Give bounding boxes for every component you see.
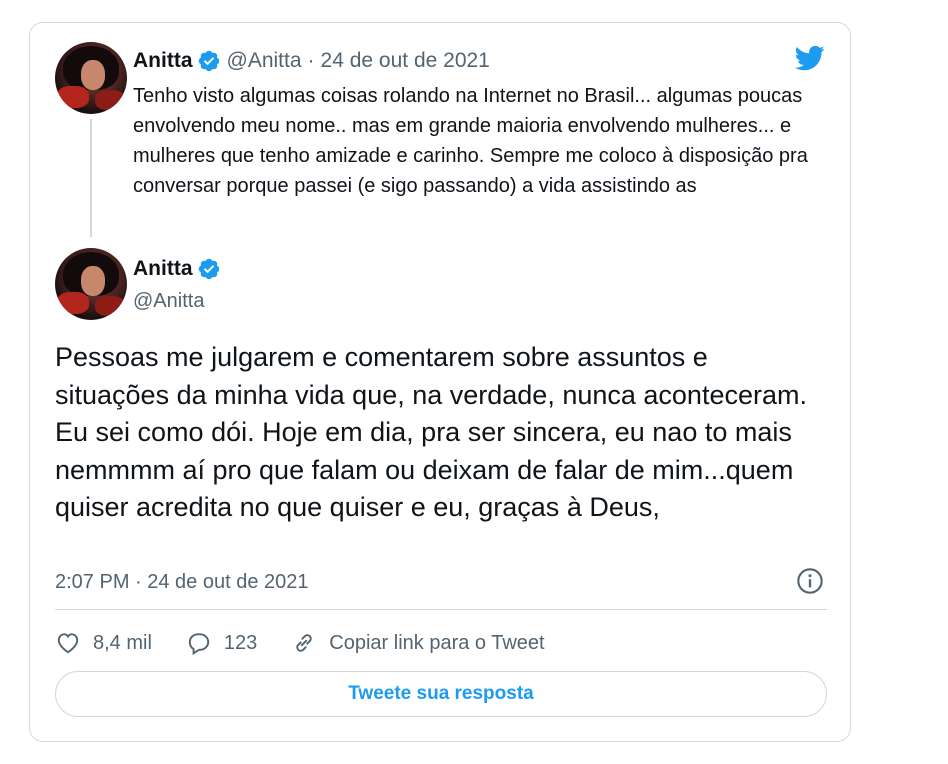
speech-bubble-icon xyxy=(188,633,210,656)
avatar[interactable] xyxy=(55,248,127,320)
divider xyxy=(55,609,827,610)
thread-connector-line xyxy=(90,119,92,237)
author-name[interactable]: Anitta xyxy=(133,255,193,283)
link-icon xyxy=(296,634,312,652)
avatar[interactable] xyxy=(55,42,127,114)
like-button[interactable]: 8,4 mil xyxy=(55,630,152,656)
copy-link-label: Copiar link para o Tweet xyxy=(329,631,545,654)
tweet-actions: 8,4 mil 123 Copiar link para o Tweet xyxy=(55,627,579,659)
verified-badge-icon xyxy=(198,50,219,72)
like-count: 8,4 mil xyxy=(93,631,152,654)
tweet-timestamp[interactable]: 2:07 PM · 24 de out de 2021 xyxy=(55,568,309,596)
author-name[interactable]: Anitta xyxy=(133,47,193,75)
reply-button[interactable]: 123 xyxy=(186,630,257,656)
copy-link-button[interactable]: Copiar link para o Tweet xyxy=(291,630,545,656)
quoted-tweet-header: Anitta @Anitta · 24 de out de 2021 xyxy=(133,47,490,75)
twitter-bird-icon[interactable] xyxy=(792,43,828,73)
reply-count: 123 xyxy=(223,631,258,654)
tweet-text: Pessoas me julgarem e comentarem sobre a… xyxy=(55,342,807,522)
quoted-tweet-text: Tenho visto algumas coisas rolando na In… xyxy=(133,85,808,197)
author-handle[interactable]: @Anitta xyxy=(227,47,302,75)
author-handle[interactable]: @Anitta xyxy=(133,287,204,315)
heart-icon xyxy=(57,633,79,654)
author-name-row: Anitta xyxy=(133,255,221,283)
separator-dot: · xyxy=(307,49,315,72)
tweet-reply-button[interactable]: Tweete sua resposta xyxy=(55,671,827,717)
tweet-date[interactable]: 24 de out de 2021 xyxy=(321,47,490,75)
tweet-embed-card: Anitta @Anitta · 24 de out de 2021 Tenho… xyxy=(29,22,851,742)
info-icon[interactable] xyxy=(796,567,824,595)
verified-badge-icon xyxy=(198,258,219,280)
